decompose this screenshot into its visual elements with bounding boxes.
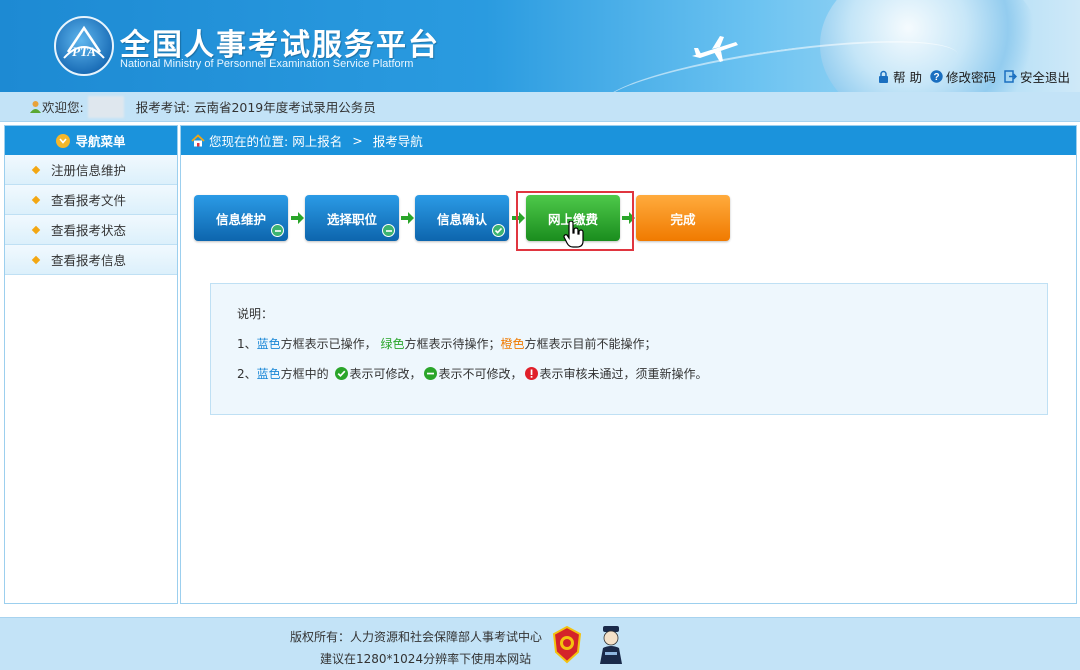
line-number: 1、 <box>237 337 257 351</box>
exam-name: 云南省2019年度考试录用公务员 <box>193 100 376 115</box>
breadcrumb: 您现在的位置: 网上报名 > 报考导航 <box>181 126 1076 155</box>
sidebar-item-exam-info[interactable]: 查看报考信息 <box>5 245 177 275</box>
copyright-text: 版权所有：人力资源和社会保障部人事考试中心 <box>290 630 543 644</box>
welcome-prefix: 欢迎您: <box>42 100 84 115</box>
help-link[interactable]: 帮 助 <box>877 67 922 86</box>
instructions-box: 说明： 1、蓝色方框表示已操作， 绿色方框表示待操作；橙色方框表示目前不能操作；… <box>210 283 1048 415</box>
bullet-icon <box>31 255 41 264</box>
line-text: 表示可修改， <box>349 367 422 381</box>
orange-text: 橙色 <box>500 337 525 351</box>
nav-header: 导航菜单 <box>5 126 177 155</box>
sidebar-item-exam-status[interactable]: 查看报考状态 <box>5 215 177 245</box>
sidebar-item-register-info[interactable]: 注册信息维护 <box>5 155 177 185</box>
green-text: 绿色 <box>380 337 405 351</box>
instructions-line-2: 2、蓝色方框中的 表示可修改， 表示不可修改， 表示审核未通过，须重新操作。 <box>237 359 1021 389</box>
sidebar: 导航菜单 注册信息维护 查看报考文件 查看报考状态 查看报考信息 <box>4 125 178 604</box>
blue-text: 蓝色 <box>256 367 281 381</box>
sidebar-item-label: 查看报考状态 <box>51 223 127 238</box>
logo-text: PTA <box>72 44 96 59</box>
home-icon <box>191 134 205 148</box>
exam-label: 报考考试: <box>135 100 190 115</box>
step-complete-button: 完成 <box>636 195 730 241</box>
logout-link[interactable]: 安全退出 <box>1004 67 1070 86</box>
lock-icon <box>877 70 891 84</box>
instructions-line-1: 1、蓝色方框表示已操作， 绿色方框表示待操作；橙色方框表示目前不能操作； <box>237 329 1021 359</box>
step-select-position-button[interactable]: 选择职位 <box>305 195 399 241</box>
line-text: 表示不可修改， <box>438 367 523 381</box>
police-emblem-icon <box>552 626 582 664</box>
breadcrumb-item-online-register[interactable]: 网上报名 <box>292 131 342 150</box>
blue-text: 蓝色 <box>256 337 281 351</box>
check-icon <box>492 224 505 237</box>
step-label: 选择职位 <box>326 211 377 227</box>
logout-label: 安全退出 <box>1019 70 1070 85</box>
instructions-heading: 说明： <box>237 307 274 321</box>
user-icon <box>28 100 42 114</box>
line-text: 方框中的 <box>280 367 329 381</box>
breadcrumb-separator: > <box>352 133 363 148</box>
pta-logo: PTA <box>54 16 114 76</box>
top-links: 帮 助 ? 修改密码 安全退出 <box>877 67 1070 86</box>
question-icon: ? <box>930 70 944 84</box>
step-info-maintain-button[interactable]: 信息维护 <box>194 195 288 241</box>
exclamation-icon <box>524 367 538 380</box>
sidebar-item-label: 查看报考文件 <box>51 193 127 208</box>
sidebar-item-label: 注册信息维护 <box>51 163 127 178</box>
welcome-bar: 欢迎您: 报考考试: 云南省2019年度考试录用公务员 <box>0 92 1080 122</box>
minus-icon <box>423 367 437 380</box>
sidebar-item-exam-files[interactable]: 查看报考文件 <box>5 185 177 215</box>
step-label: 信息维护 <box>215 211 266 227</box>
step-info-confirm-button[interactable]: 信息确认 <box>415 195 509 241</box>
username-redacted <box>87 95 124 118</box>
arrow-right-icon <box>401 212 414 224</box>
line-number: 2、 <box>237 367 257 381</box>
line-text: 方框表示目前不能操作； <box>524 337 657 351</box>
chevron-down-icon <box>56 133 71 148</box>
bullet-icon <box>31 225 41 234</box>
step-label: 完成 <box>670 211 696 227</box>
breadcrumb-item-exam-nav: 报考导航 <box>372 134 423 149</box>
svg-text:?: ? <box>934 72 940 83</box>
sidebar-item-label: 查看报考信息 <box>51 253 127 268</box>
minus-icon <box>271 224 284 237</box>
bullet-icon <box>31 165 41 174</box>
change-password-label: 修改密码 <box>945 70 996 85</box>
cyber-police-icon <box>600 626 622 664</box>
arrow-right-icon <box>291 212 304 224</box>
airplane-icon <box>692 36 738 62</box>
bullet-icon <box>31 195 41 204</box>
hand-cursor-icon <box>563 221 584 248</box>
check-icon <box>334 367 348 380</box>
change-password-link[interactable]: ? 修改密码 <box>930 67 996 86</box>
line-text: 方框表示已操作， <box>280 337 377 351</box>
breadcrumb-prefix: 您现在的位置: <box>209 134 289 149</box>
resolution-suggestion: 建议在1280*1024分辨率下使用本网站 <box>320 652 532 666</box>
nav-title: 导航菜单 <box>75 134 126 149</box>
site-header: PTA 全国人事考试服务平台 National Ministry of Pers… <box>0 0 1080 92</box>
site-footer: 版权所有：人力资源和社会保障部人事考试中心 建议在1280*1024分辨率下使用… <box>0 617 1080 670</box>
line-text: 表示审核未通过，须重新操作。 <box>539 367 708 381</box>
minus-icon <box>382 224 395 237</box>
help-label: 帮 助 <box>892 70 922 85</box>
site-subtitle: National Ministry of Personnel Examinati… <box>120 58 414 70</box>
step-label: 信息确认 <box>436 211 487 227</box>
main-panel: 您现在的位置: 网上报名 > 报考导航 信息维护 选择职位 信息确认 网上缴费 … <box>180 125 1077 604</box>
exit-icon <box>1004 70 1018 84</box>
line-text: 方框表示待操作； <box>404 337 501 351</box>
